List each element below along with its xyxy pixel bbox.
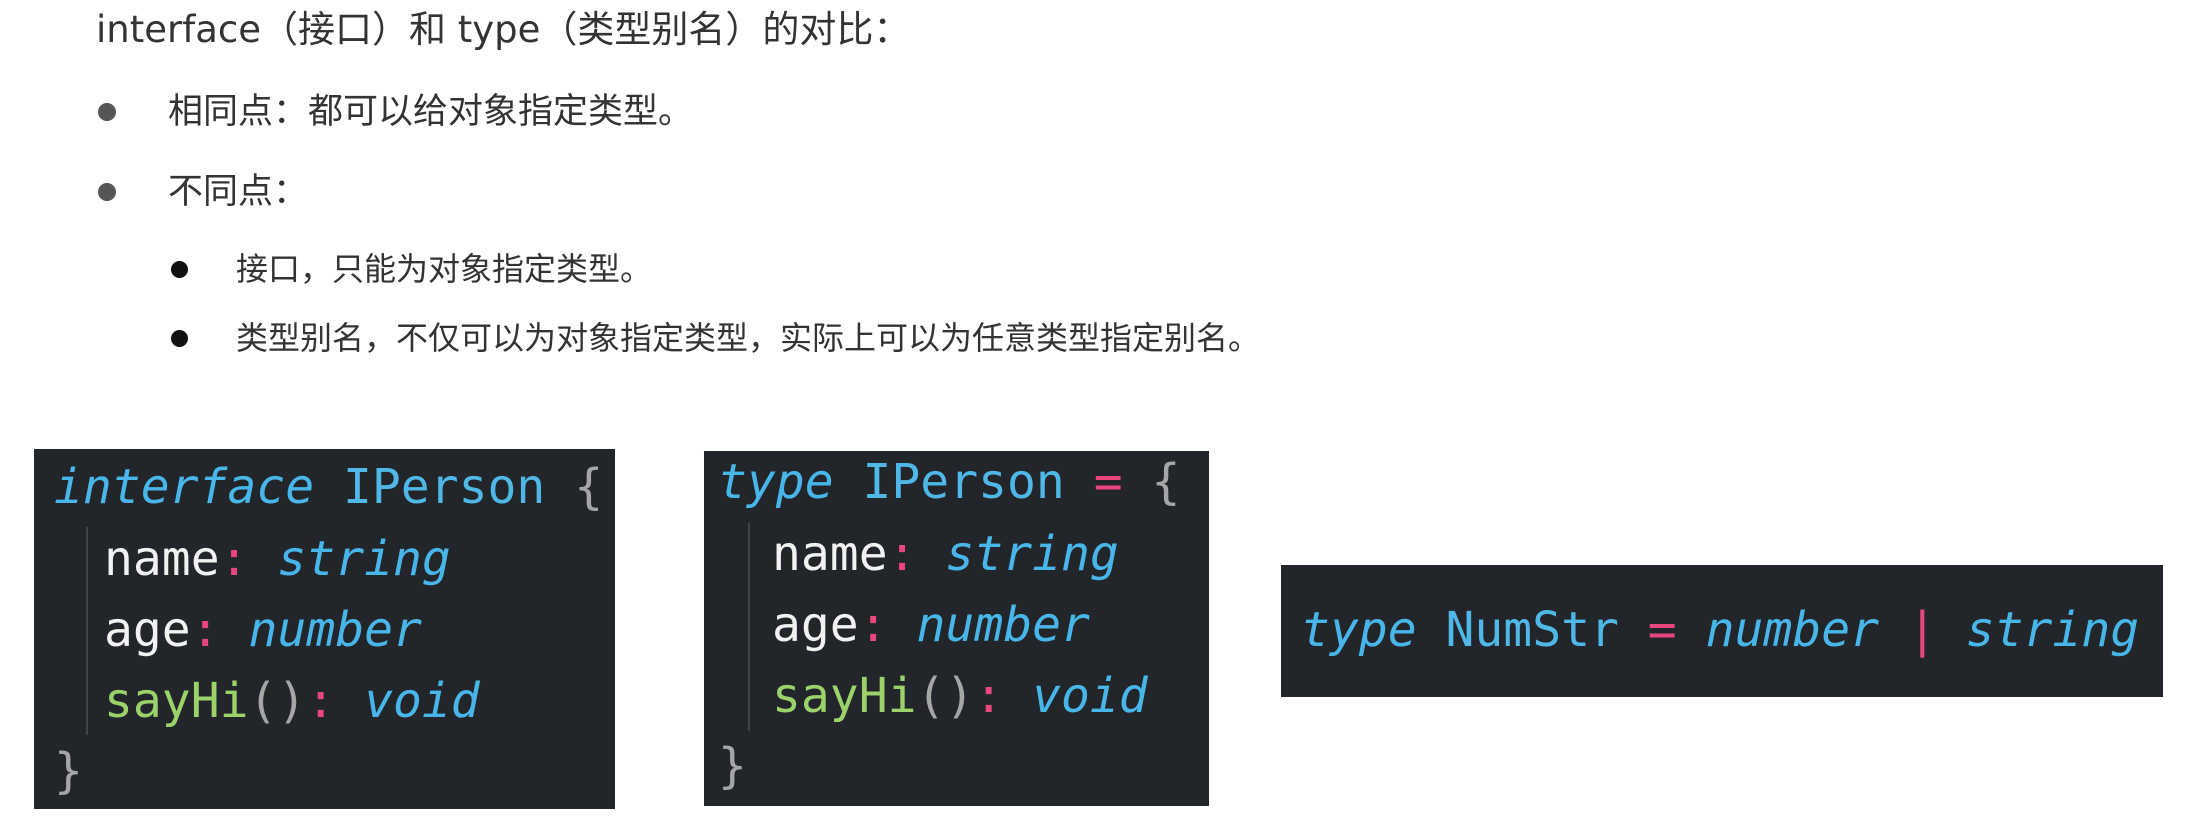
code-block-type-alias: type IPerson = { name: string age: numbe… — [704, 451, 1209, 806]
sub-bullet-interface: 接口，只能为对象指定类型。 — [171, 245, 652, 293]
sub-bullet-text: 接口，只能为对象指定类型。 — [236, 250, 653, 288]
code-line-close-brace: } — [718, 738, 747, 794]
sub-bullet-text: 类型别名，不仅可以为对象指定类型，实际上可以为任意类型指定别名。 — [236, 319, 1261, 357]
code-line-method-sayhi: sayHi(): void — [104, 673, 480, 729]
code-line-union: type NumStr = number | string — [1301, 602, 2140, 658]
code-line-field-name: name: string — [104, 531, 451, 587]
code-line-field-age: age: number — [772, 597, 1090, 653]
bullet-text: 相同点：都可以给对象指定类型。 — [168, 92, 694, 132]
indent-guide — [748, 523, 750, 731]
code-block-union-type: type NumStr = number | string — [1281, 565, 2163, 697]
bullet-text: 不同点： — [168, 172, 309, 212]
bullet-dot-icon — [98, 183, 116, 201]
code-line-declaration: type IPerson = { — [718, 454, 1181, 510]
code-block-interface: interface IPerson { name: string age: nu… — [34, 449, 615, 809]
code-line-field-age: age: number — [104, 602, 422, 658]
code-line-declaration: interface IPerson { — [54, 459, 604, 515]
bullet-similarity: 相同点：都可以给对象指定类型。 — [98, 86, 693, 138]
indent-guide — [86, 527, 88, 735]
code-line-method-sayhi: sayHi(): void — [772, 668, 1148, 724]
bullet-dot-icon — [98, 103, 116, 121]
bullet-dot-icon — [171, 260, 188, 278]
code-line-field-name: name: string — [772, 526, 1119, 582]
bullet-dot-icon — [171, 329, 188, 347]
code-line-close-brace: } — [54, 743, 83, 799]
sub-bullet-type-alias: 类型别名，不仅可以为对象指定类型，实际上可以为任意类型指定别名。 — [171, 314, 1260, 362]
page-heading: interface（接口）和 type（类型别名）的对比： — [96, 8, 911, 51]
bullet-difference: 不同点： — [98, 166, 308, 218]
